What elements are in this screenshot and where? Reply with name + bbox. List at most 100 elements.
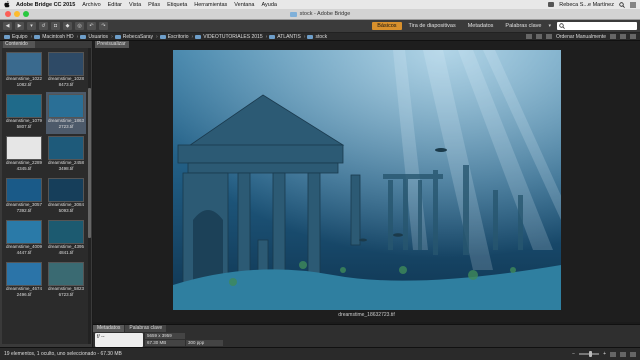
camera-icon[interactable]: ◘ [51,22,60,30]
breadcrumb-equipo[interactable]: Equipo › [4,34,32,40]
workspace-metadatos[interactable]: Metadatos [463,22,499,30]
tab-contenido[interactable]: Contenido [3,41,35,48]
new-folder-icon[interactable] [610,34,616,39]
folder-icon [289,11,297,17]
menu-vista[interactable]: Vista [129,2,141,8]
thumbnail-image [6,178,42,202]
thumbnail-item[interactable]: dreamstime_1079 5807.tif [4,92,44,134]
scrollbar-thumb[interactable] [88,88,91,238]
fstop-value: f/ -- [97,334,105,340]
thumbnail-filename-ext: 4345.tif [16,165,32,171]
thumbnail-filename-ext: 4447.tif [16,249,32,255]
search-input[interactable] [557,22,637,30]
preview-image[interactable] [173,50,561,310]
breadcrumb-usuarios[interactable]: Usuarios › [80,34,113,40]
metadata-placard: f/ -- [95,333,143,347]
tab-metadatos[interactable]: Metadatos [93,325,125,332]
close-window-button[interactable] [5,11,11,17]
thumbnail-image [48,94,84,118]
thumbnail-image [48,220,84,244]
thumbnail-image [48,136,84,160]
thumbnail-filename-ext: 4841.tif [58,249,74,255]
star-filter-icon[interactable] [525,34,532,39]
folder-icon [159,34,166,39]
workspace-palabras-clave[interactable]: Palabras clave [500,22,546,30]
minimize-window-button[interactable] [14,11,20,17]
thumbnail-image [6,136,42,160]
content-panel: Contenido dreamstime_1022 1082.tif dreamst… [0,41,92,347]
list-view-icon[interactable] [630,351,636,357]
menu-bar: Adobe Bridge CC 2015 Archivo Editar Vist… [0,0,640,9]
status-text: 19 elementos, 1 oculto, uno seleccionado… [4,351,122,357]
thumbnail-filename-ext: 5093.tif [58,207,74,213]
wifi-icon[interactable] [548,2,555,7]
breadcrumb-macintosh-hd[interactable]: Macintosh HD › [34,34,78,40]
thumbnail-item[interactable]: dreamstime_3084 5093.tif [46,176,86,218]
thumbnail-item[interactable]: dreamstime_4674 2496.tif [4,260,44,302]
thumbnail-item[interactable]: dreamstime_1022 1082.tif [4,50,44,92]
workspace-tira[interactable]: Tira de diapositivas [404,22,461,30]
window-title: stock - Adobe Bridge [299,11,351,17]
drive-icon [34,34,41,39]
forward-icon[interactable]: ▶ [15,22,24,30]
rotate-left-icon[interactable]: ↶ [87,22,96,30]
rotate-right-icon[interactable]: ↷ [99,22,108,30]
user-name[interactable]: Rebeca S...e Martínez [559,2,614,8]
menu-ayuda[interactable]: Ayuda [261,2,277,8]
menu-ventana[interactable]: Ventana [234,2,254,8]
tab-palabras-clave[interactable]: Palabras clave [125,325,167,332]
breadcrumb-stock[interactable]: stock [307,34,327,40]
thumbnail-item[interactable]: dreamstime_2289 4345.tif [4,134,44,176]
breadcrumb-escritorio[interactable]: Escritorio › [159,34,193,40]
thumbnail-item[interactable]: dreamstime_1028 8473.tif [46,50,86,92]
menu-editar[interactable]: Editar [108,2,122,8]
window-title-bar: stock - Adobe Bridge [0,9,640,20]
rotate-icon[interactable] [620,34,626,39]
menu-herramientas[interactable]: Herramientas [194,2,227,8]
thumbnail-item[interactable]: dreamstime_5823 6723.tif [46,260,86,302]
recent-folders-icon[interactable]: ▾ [27,22,36,30]
tab-previsualizar[interactable]: Previsualizar [95,41,129,48]
folder-icon [80,34,87,39]
refine-icon[interactable]: ◆ [63,22,72,30]
list-icon[interactable] [630,2,636,8]
open-in-camera-raw-icon[interactable]: ◎ [75,22,84,30]
menu-archivo[interactable]: Archivo [82,2,100,8]
grid-view-icon[interactable] [610,351,616,357]
list-icon[interactable] [545,34,552,39]
thumbnail-item[interactable]: dreamstime_3057 7392.tif [4,176,44,218]
thumbnail-area[interactable]: dreamstime_1022 1082.tif dreamstime_1028 84… [2,48,88,344]
zoom-out-icon[interactable]: − [572,351,575,357]
thumbnail-item[interactable]: dreamstime_2458 3498.tif [46,134,86,176]
menu-pilas[interactable]: Pilas [148,2,160,8]
preview-panel: Previsualizar dreamstime_18632723.tif [93,41,640,322]
grid-icon[interactable] [535,34,542,39]
size-value: 67.30 MB [145,340,185,346]
zoom-in-icon[interactable]: + [603,351,606,357]
delete-icon[interactable] [630,34,636,39]
breadcrumb-videotutoriales[interactable]: VIDEOTUTORIALES 2015 › [195,34,267,40]
breadcrumb-rebecasaray[interactable]: RebecaSaray › [114,34,158,40]
thumbnail-item[interactable]: dreamstime_1863 2723.tif [46,92,86,134]
breadcrumb-atlantis[interactable]: ATLANTIS › [269,34,305,40]
content-scrollbar[interactable] [88,48,91,344]
workspace-basicos[interactable]: Básicos [372,22,402,30]
thumbnail-image [6,52,42,76]
details-view-icon[interactable] [620,351,626,357]
thumbnail-item[interactable]: dreamstime_4009 4447.tif [4,218,44,260]
sort-dropdown[interactable]: Ordenar Manualmente [556,34,606,40]
thumbnail-filename-ext: 1082.tif [16,81,32,87]
apple-icon[interactable] [4,1,10,8]
thumbnail-image [48,262,84,286]
search-icon [559,23,565,29]
chevron-down-icon[interactable]: ▾ [548,23,551,29]
thumbnail-size-slider[interactable] [579,351,600,357]
thumbnail-filename-ext: 2496.tif [16,291,32,297]
boomerang-icon[interactable]: ↺ [39,22,48,30]
search-icon[interactable] [619,1,625,8]
menu-app-name[interactable]: Adobe Bridge CC 2015 [16,2,75,8]
thumbnail-item[interactable]: dreamstime_4395 4841.tif [46,218,86,260]
zoom-window-button[interactable] [23,11,29,17]
back-icon[interactable]: ◀ [3,22,12,30]
menu-etiqueta[interactable]: Etiqueta [167,2,187,8]
